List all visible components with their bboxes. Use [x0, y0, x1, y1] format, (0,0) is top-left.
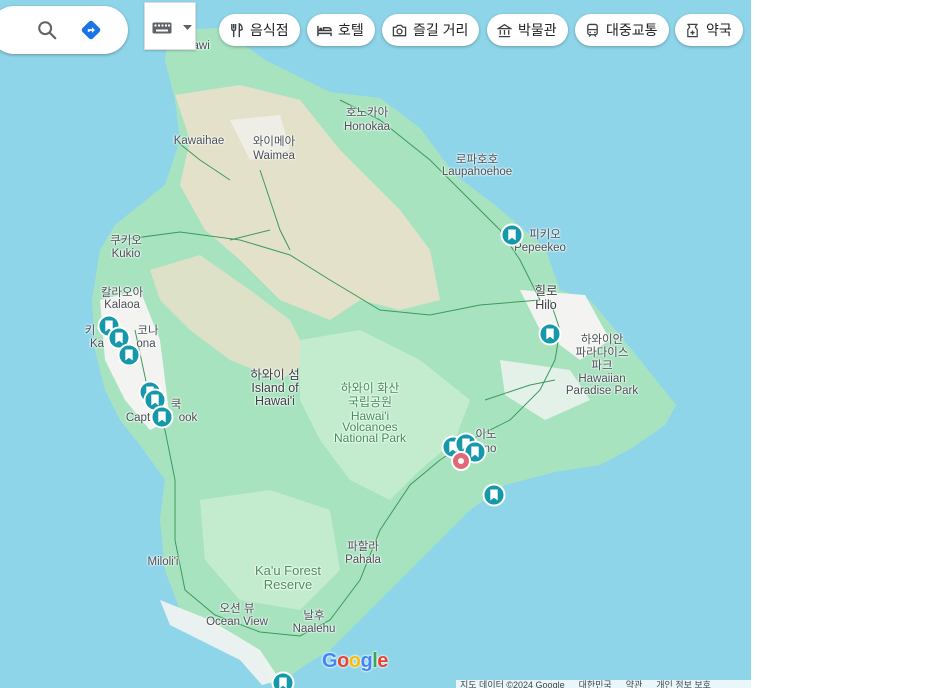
- label-kukio-en: Kukio: [111, 248, 141, 260]
- camera-icon: [392, 24, 407, 36]
- restaurant-icon: [231, 22, 243, 37]
- bookmark-pin-icon[interactable]: [482, 483, 506, 507]
- label-pahala-en: Pahala: [345, 554, 381, 566]
- chip-hotels[interactable]: 호텔: [307, 14, 375, 46]
- map-canvas[interactable]: Hawi 호노카아 Honokaa Kawaihae 와이메아 Waimea 로…: [0, 0, 751, 688]
- chip-pharmacies[interactable]: 약국: [675, 14, 743, 46]
- google-logo: Google: [322, 650, 388, 672]
- footer-terms[interactable]: 약관: [626, 680, 643, 688]
- bookmark-pin-icon[interactable]: [538, 322, 562, 346]
- label-island-en2: Hawai'i: [255, 394, 295, 408]
- chip-transit-label: 대중교통: [606, 22, 658, 38]
- label-paradise-ko2: 파라다이스: [575, 347, 629, 359]
- label-hilo-ko: 힐로: [534, 284, 558, 298]
- label-kailua-en: Ka: [89, 338, 105, 350]
- label-kukio-ko: 쿠키오: [110, 235, 142, 247]
- label-milolii: Miloli'i: [147, 556, 179, 568]
- transit-icon: [587, 23, 598, 37]
- chip-hotels-label: 호텔: [338, 22, 364, 38]
- hotel-icon: [317, 25, 332, 36]
- label-pepeekeo-ko: 피키오: [529, 229, 561, 241]
- label-honokaa-ko: 호노카아: [345, 107, 389, 119]
- label-volcano-park-en3: National Park: [333, 431, 407, 445]
- label-island-ko: 하와이 섬: [250, 368, 300, 382]
- bookmark-pin-icon[interactable]: [117, 343, 141, 367]
- label-kailua-ko: 키: [84, 325, 96, 337]
- chip-pharmacies-label: 약국: [706, 22, 732, 38]
- label-volcano-park-ko1: 하와이 화산: [340, 381, 400, 395]
- label-ocean-view-ko: 오션 뷰: [219, 603, 255, 615]
- map-footer: 지도 데이터 ©2024 Google 대한민국 약관 개인 정보 보호: [456, 680, 751, 688]
- keyboard-icon: [152, 22, 172, 34]
- label-waimea-en: Waimea: [253, 150, 295, 162]
- chip-restaurants[interactable]: 음식점: [219, 14, 300, 46]
- label-captain-en2: ook: [178, 412, 198, 424]
- label-island-en1: Island of: [251, 381, 299, 395]
- input-tools-button[interactable]: [144, 2, 196, 50]
- label-waimea-ko: 와이메아: [252, 136, 296, 148]
- label-forest-en1: Ka'u Forest: [254, 563, 322, 578]
- pharmacy-icon: [687, 23, 698, 37]
- chip-things-to-do-label: 즐길 거리: [413, 22, 469, 38]
- footer-country[interactable]: 대한민국: [579, 680, 612, 688]
- footer-map-data[interactable]: 지도 데이터 ©2024 Google: [460, 680, 565, 688]
- label-kalaoa-en: Kalaoa: [104, 299, 140, 311]
- selected-place-marker[interactable]: [450, 450, 472, 472]
- search-icon[interactable]: [36, 19, 58, 41]
- label-naalehu-en: Naalehu: [292, 623, 336, 635]
- label-ocean-view-en: Ocean View: [206, 616, 268, 628]
- museum-icon: [497, 23, 512, 37]
- label-hilo-en: Hilo: [535, 298, 557, 312]
- chip-restaurants-label: 음식점: [250, 22, 289, 38]
- label-kona-ko: 코나: [137, 325, 159, 337]
- label-paradise-ko3: 파크: [591, 360, 613, 372]
- right-blank-area: [751, 0, 936, 688]
- directions-icon[interactable]: [80, 19, 102, 41]
- chip-transit[interactable]: 대중교통: [575, 14, 669, 46]
- chip-museums-label: 박물관: [518, 22, 557, 38]
- label-pahala-ko: 파할라: [347, 541, 379, 553]
- label-paradise-en2: Paradise Park: [565, 385, 639, 397]
- footer-privacy[interactable]: 개인 정보 보호: [656, 680, 711, 688]
- label-laupahoehoe-en: Laupahoehoe: [441, 166, 513, 178]
- label-naalehu-ko: 날후: [303, 610, 325, 622]
- bookmark-pin-icon[interactable]: [500, 223, 524, 247]
- search-box[interactable]: [0, 6, 128, 54]
- chevron-down-icon: [183, 25, 192, 30]
- bookmark-pin-icon[interactable]: [150, 405, 174, 429]
- label-kawaihae: Kawaihae: [173, 135, 225, 147]
- chip-museums[interactable]: 박물관: [487, 14, 568, 46]
- chip-things-to-do[interactable]: 즐길 거리: [382, 14, 480, 46]
- label-captain-en1: Capt: [125, 412, 151, 424]
- label-volcano-park-ko2: 국립공원: [347, 395, 393, 409]
- label-honokaa-en: Honokaa: [343, 121, 391, 133]
- label-paradise-ko1: 하와이안: [580, 334, 624, 346]
- label-forest-en2: Reserve: [263, 577, 313, 592]
- bookmark-pin-icon[interactable]: [271, 671, 295, 688]
